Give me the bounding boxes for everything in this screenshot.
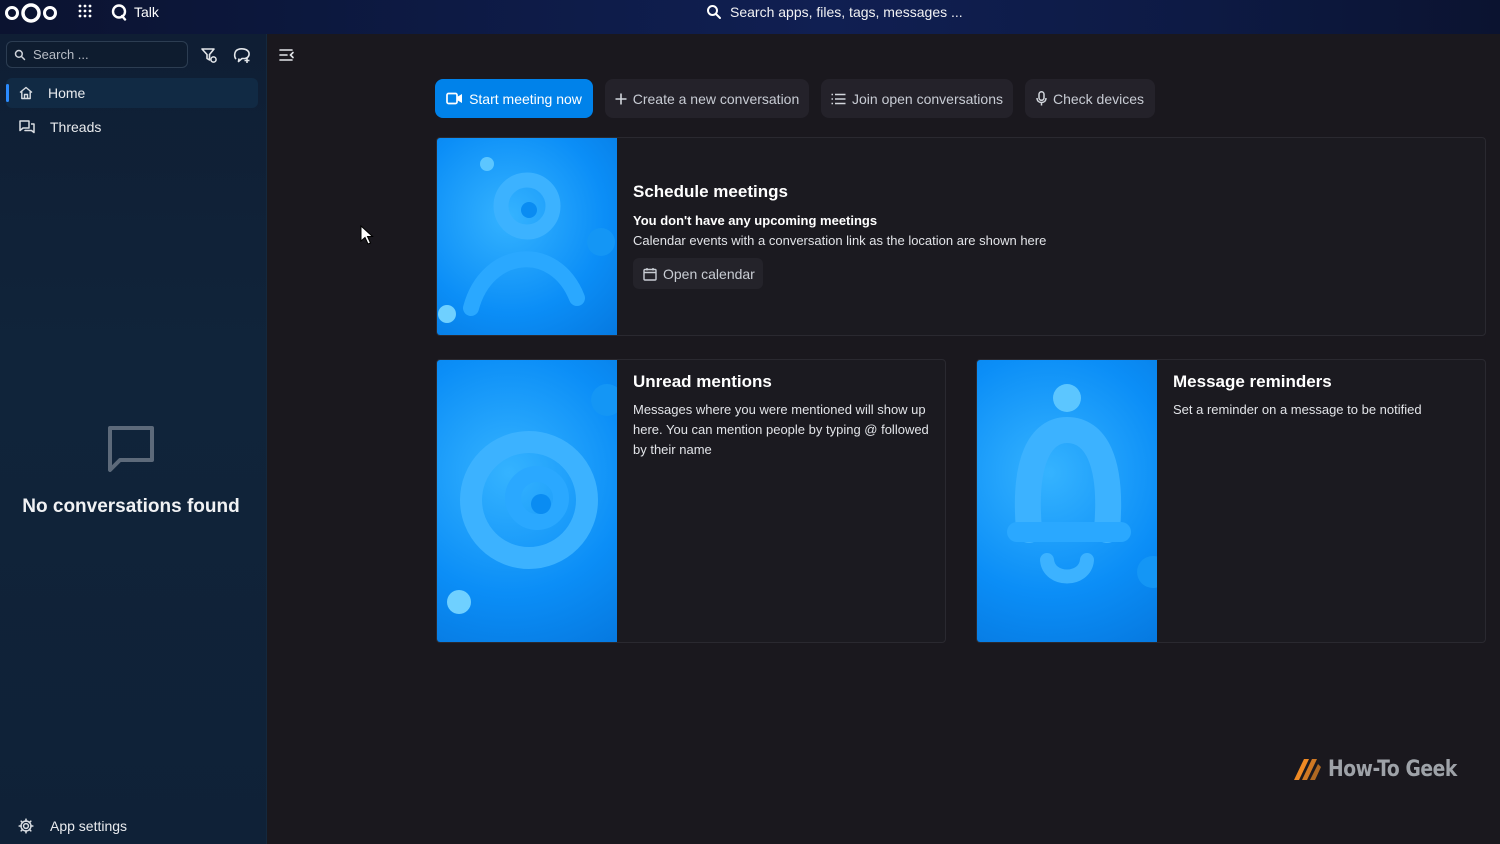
message-reminders-card: Message reminders Set a reminder on a me…	[976, 359, 1486, 643]
calendar-illustration	[437, 138, 617, 335]
unified-search-label: Search apps, files, tags, messages ...	[730, 4, 963, 20]
card-title: Unread mentions	[633, 372, 772, 391]
watermark: How-To Geek	[1292, 756, 1480, 782]
create-conversation-button[interactable]: Create a new conversation	[605, 79, 809, 118]
list-icon	[831, 93, 846, 104]
calendar-icon	[643, 267, 657, 281]
conversation-search[interactable]	[6, 41, 188, 68]
gear-icon	[18, 818, 34, 834]
top-bar: Talk Search apps, files, tags, messages …	[0, 0, 1500, 34]
open-calendar-label: Open calendar	[663, 265, 755, 282]
app-settings-button[interactable]: App settings	[18, 818, 127, 834]
menu-collapse-icon	[279, 49, 294, 61]
mouse-cursor-icon	[360, 225, 374, 245]
join-open-conversations-button[interactable]: Join open conversations	[821, 79, 1013, 118]
card-title: Message reminders	[1173, 372, 1332, 391]
video-camera-icon	[446, 92, 463, 105]
card-subtitle: You don't have any upcoming meetings	[633, 213, 878, 228]
chat-bubble-icon	[104, 422, 158, 476]
app-menu-icon[interactable]	[78, 4, 94, 20]
search-icon	[707, 5, 721, 19]
sidebar-item-label: Threads	[50, 119, 102, 135]
unified-search[interactable]: Search apps, files, tags, messages ...	[706, 2, 963, 22]
filter-button[interactable]	[196, 42, 222, 68]
sidebar-item-home[interactable]: Home	[6, 78, 258, 108]
sidebar-item-threads[interactable]: Threads	[6, 112, 258, 142]
card-title: Schedule meetings	[633, 182, 788, 201]
chat-plus-icon	[233, 48, 250, 63]
open-calendar-button[interactable]: Open calendar	[633, 258, 763, 289]
howtogeek-logo-icon	[1294, 759, 1321, 780]
mention-illustration	[437, 360, 617, 642]
app-name: Talk	[134, 4, 159, 20]
empty-state-text: No conversations found	[22, 496, 240, 517]
sidebar-item-label: Home	[48, 85, 86, 101]
app-settings-label: App settings	[50, 818, 128, 834]
nextcloud-logo[interactable]	[4, 2, 58, 24]
plus-icon	[615, 93, 627, 104]
check-devices-label: Check devices	[1052, 90, 1145, 107]
toggle-navigation-button[interactable]	[278, 46, 296, 64]
bell-illustration	[977, 360, 1157, 642]
sidebar: Home Threads No conversations found App …	[0, 34, 267, 844]
schedule-meetings-card: Schedule meetings You don't have any upc…	[436, 137, 1486, 336]
talk-app-link[interactable]: Talk	[110, 2, 159, 22]
home-icon	[19, 86, 33, 100]
filter-icon	[201, 48, 217, 63]
empty-state: No conversations found	[0, 422, 262, 518]
search-icon	[14, 49, 26, 60]
check-devices-button[interactable]: Check devices	[1025, 79, 1155, 118]
search-input[interactable]	[33, 47, 173, 62]
card-text: Messages where you were mentioned will s…	[633, 402, 929, 457]
new-conversation-button[interactable]	[230, 42, 256, 68]
card-text: Set a reminder on a message to be notifi…	[1173, 402, 1422, 417]
join-open-label: Join open conversations	[852, 90, 1003, 107]
card-text: Calendar events with a conversation link…	[633, 233, 1047, 248]
start-meeting-button[interactable]: Start meeting now	[435, 79, 593, 118]
start-meeting-label: Start meeting now	[469, 90, 582, 107]
watermark-text: How-To Geek	[1328, 756, 1457, 782]
create-conversation-label: Create a new conversation	[632, 90, 800, 107]
threads-icon	[19, 120, 35, 134]
talk-icon	[111, 4, 127, 21]
unread-mentions-card: Unread mentions Messages where you were …	[436, 359, 946, 643]
microphone-icon	[1036, 91, 1047, 106]
